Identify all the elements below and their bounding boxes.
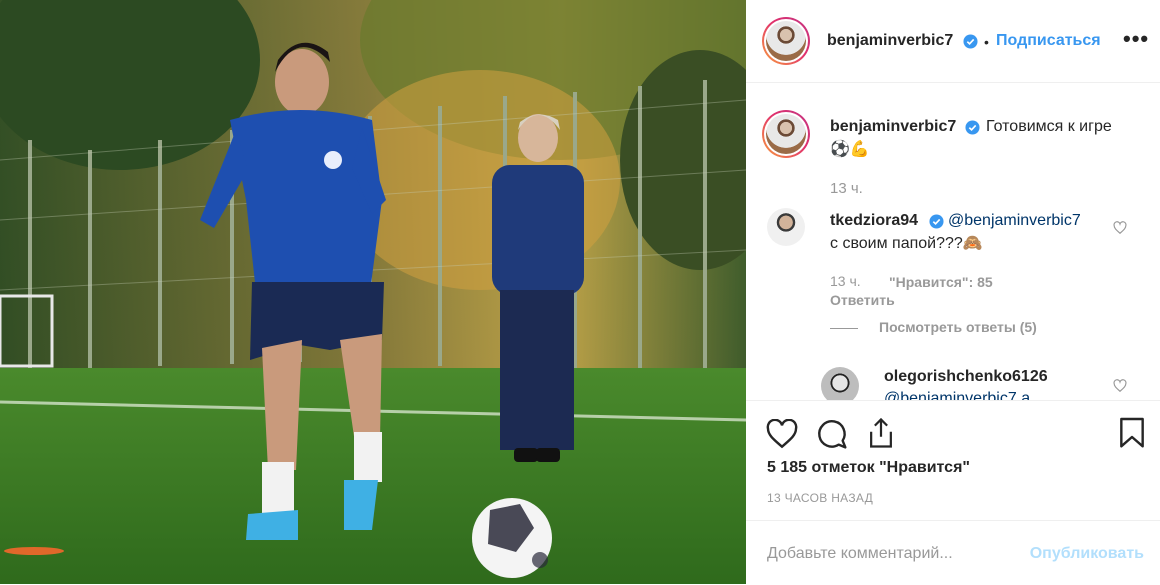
publish-button[interactable]: Опубликовать	[1030, 545, 1144, 563]
heart-icon[interactable]	[1113, 379, 1127, 393]
post-photo-illustration	[0, 0, 746, 584]
verified-icon	[929, 214, 944, 229]
reply-text: @benjaminverbic7 а ...	[884, 390, 1048, 400]
author-avatar[interactable]	[762, 17, 810, 65]
bookmark-icon[interactable]	[1118, 417, 1146, 449]
verified-icon	[963, 34, 978, 49]
caption-emoji: ⚽💪	[830, 141, 870, 158]
caption-timestamp[interactable]: 13 ч.	[830, 180, 863, 197]
comment-timestamp[interactable]: 13 ч.	[830, 273, 861, 289]
post-sidebar: benjaminverbic7 • Подписаться ••• benjam…	[746, 0, 1160, 584]
caption-author-avatar[interactable]	[762, 110, 810, 158]
comment-username[interactable]: tkedziora94	[830, 210, 918, 232]
caption-text: Готовимся к игре	[986, 118, 1112, 135]
verified-icon	[965, 120, 980, 135]
comment-text: с своим папой???🙈	[830, 235, 983, 252]
post-header: benjaminverbic7 • Подписаться •••	[746, 0, 1160, 83]
heart-icon[interactable]	[1113, 221, 1127, 235]
header-separator: •	[984, 34, 989, 50]
comment-input[interactable]: Добавьте комментарий...	[767, 545, 953, 563]
post-photo[interactable]	[0, 0, 746, 584]
commenter-avatar[interactable]	[767, 208, 805, 246]
heart-icon[interactable]	[766, 419, 798, 449]
comments-list[interactable]: benjaminverbic7 Готовимся к игре ⚽💪 13 ч…	[746, 83, 1160, 400]
reply-button[interactable]: Ответить	[830, 292, 895, 308]
more-options-button[interactable]: •••	[1123, 26, 1149, 52]
view-replies-button[interactable]: Посмотреть ответы (5)	[879, 319, 1037, 335]
comment-composer: Добавьте комментарий... Опубликовать	[746, 520, 1160, 585]
replier-avatar[interactable]	[821, 367, 859, 400]
reply-username[interactable]: olegorishchenko6126	[884, 366, 1048, 388]
comment-likes[interactable]: "Нравится": 85	[889, 274, 993, 290]
likes-count[interactable]: 5 185 отметок "Нравится"	[767, 459, 970, 477]
share-icon[interactable]	[866, 417, 896, 449]
comment-mention[interactable]: @benjaminverbic7	[948, 210, 1081, 232]
replies-divider	[830, 328, 858, 329]
comment-icon[interactable]	[816, 418, 848, 450]
post-timestamp[interactable]: 13 ЧАСОВ НАЗАД	[767, 491, 873, 505]
caption-username[interactable]: benjaminverbic7	[830, 116, 956, 138]
follow-button[interactable]: Подписаться	[996, 32, 1101, 50]
author-username[interactable]: benjaminverbic7	[827, 32, 953, 50]
